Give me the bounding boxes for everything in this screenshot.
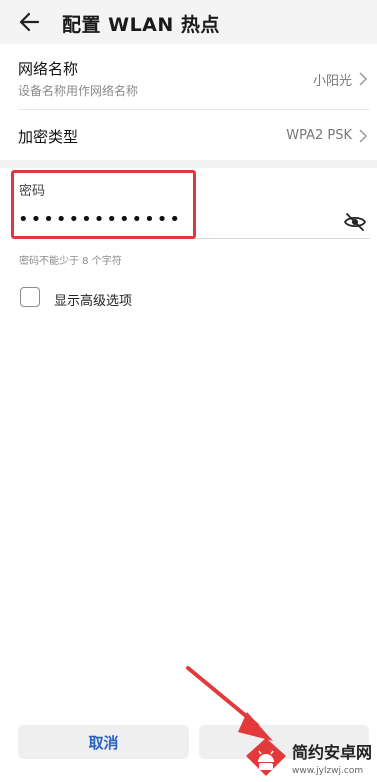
section-gap <box>0 160 377 168</box>
network-name-value: 小阳光 <box>312 74 352 89</box>
encryption-type-row[interactable]: 加密类型 WPA2 PSK <box>18 126 370 150</box>
advanced-options-label: 显示高级选项 <box>54 294 133 309</box>
cancel-button[interactable]: 取消 <box>18 725 189 759</box>
encryption-type-value: WPA2 PSK <box>286 128 352 143</box>
back-arrow-icon[interactable] <box>16 8 44 36</box>
watermark-logo-graphic: 简约安卓网 www.jylzwj.com <box>246 738 372 776</box>
annotation-highlight-box <box>11 170 196 239</box>
network-name-row[interactable]: 网络名称 设备名称用作网络名称 小阳光 <box>18 58 370 102</box>
chevron-right-icon <box>359 129 368 143</box>
watermark-title: 简约安卓网 <box>292 743 372 762</box>
page-title: 配置 WLAN 热点 <box>62 14 220 36</box>
divider <box>18 109 370 110</box>
advanced-options-checkbox[interactable] <box>20 287 40 307</box>
password-hint: 密码不能少于 8 个字符 <box>19 256 122 267</box>
watermark-logo: 简约安卓网 www.jylzwj.com <box>244 734 377 778</box>
app-bar: 配置 WLAN 热点 <box>0 0 377 44</box>
watermark-url: www.jylzwj.com <box>292 766 363 776</box>
chevron-right-icon <box>359 72 368 86</box>
eye-hidden-icon[interactable] <box>343 210 367 234</box>
